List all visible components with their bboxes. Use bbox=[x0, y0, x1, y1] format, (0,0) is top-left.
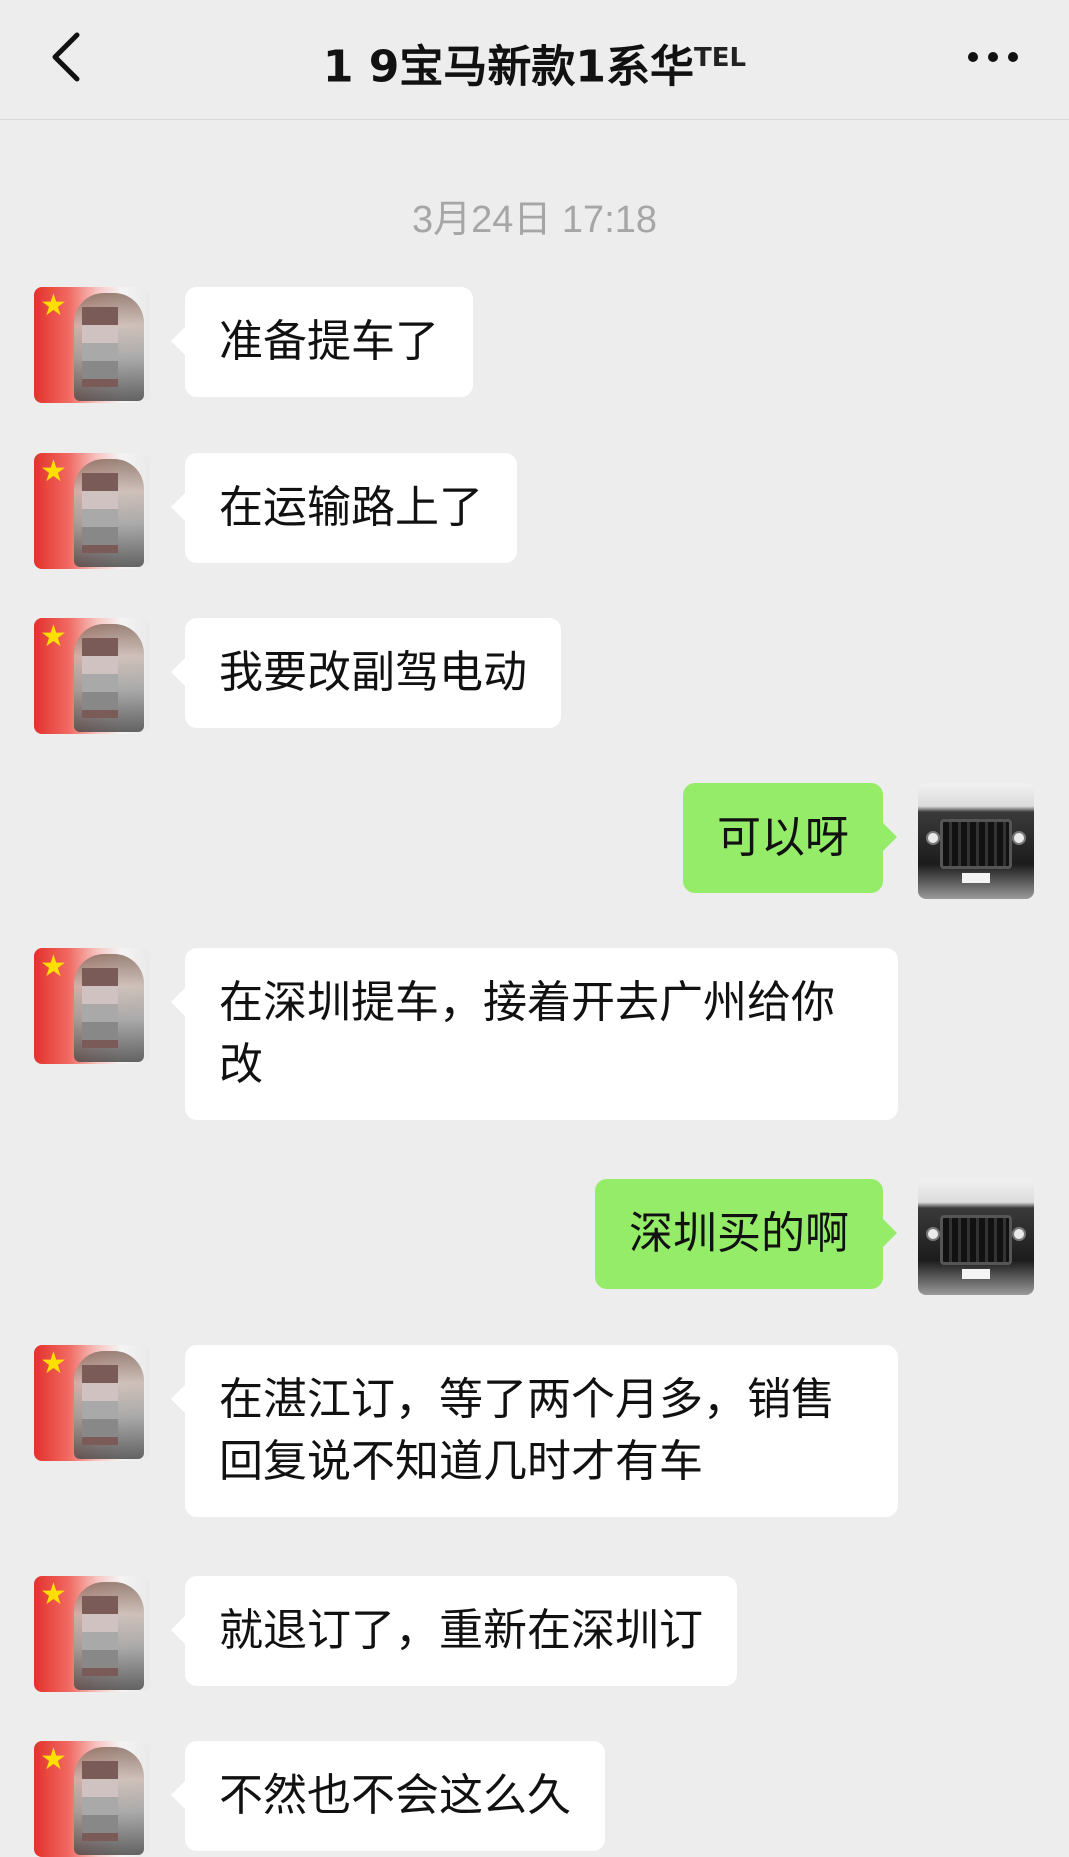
my-avatar[interactable] bbox=[918, 1179, 1034, 1295]
contact-avatar[interactable]: ★ bbox=[34, 1576, 150, 1692]
contact-avatar[interactable]: ★ bbox=[34, 1741, 150, 1857]
chat-title-text: 1 9宝马新款1系华 bbox=[322, 41, 695, 88]
contact-avatar[interactable]: ★ bbox=[34, 287, 150, 403]
message-bubble-self[interactable]: 深圳买的啊 bbox=[595, 1179, 897, 1289]
my-avatar[interactable] bbox=[918, 783, 1034, 899]
message-bubble[interactable]: 我要改副驾电动 bbox=[171, 618, 561, 728]
chat-title-suffix: TEL bbox=[694, 43, 747, 73]
contact-avatar[interactable]: ★ bbox=[34, 1345, 150, 1461]
nav-bar: 1 9宝马新款1系华TEL bbox=[0, 0, 1069, 120]
back-button[interactable] bbox=[36, 22, 96, 92]
chat-title: 1 9宝马新款1系华TEL bbox=[160, 28, 909, 88]
message-bubble[interactable]: 在湛江订，等了两个月多，销售回复说不知道几时才有车 bbox=[171, 1345, 898, 1517]
more-button[interactable] bbox=[953, 30, 1033, 84]
contact-avatar[interactable]: ★ bbox=[34, 948, 150, 1064]
message-bubble[interactable]: 就退订了，重新在深圳订 bbox=[171, 1576, 737, 1686]
message-bubble-self[interactable]: 可以呀 bbox=[683, 783, 897, 893]
chevron-left-icon bbox=[52, 32, 80, 82]
message-bubble[interactable]: 在运输路上了 bbox=[171, 453, 517, 563]
contact-avatar[interactable]: ★ bbox=[34, 618, 150, 734]
message-timestamp: 3月24日 17:18 bbox=[411, 199, 658, 241]
message-bubble[interactable]: 在深圳提车，接着开去广州给你改 bbox=[171, 948, 898, 1120]
more-dots-icon bbox=[968, 52, 1018, 62]
message-bubble[interactable]: 不然也不会这么久 bbox=[171, 1741, 605, 1851]
contact-avatar[interactable]: ★ bbox=[34, 453, 150, 569]
message-bubble[interactable]: 准备提车了 bbox=[171, 287, 473, 397]
